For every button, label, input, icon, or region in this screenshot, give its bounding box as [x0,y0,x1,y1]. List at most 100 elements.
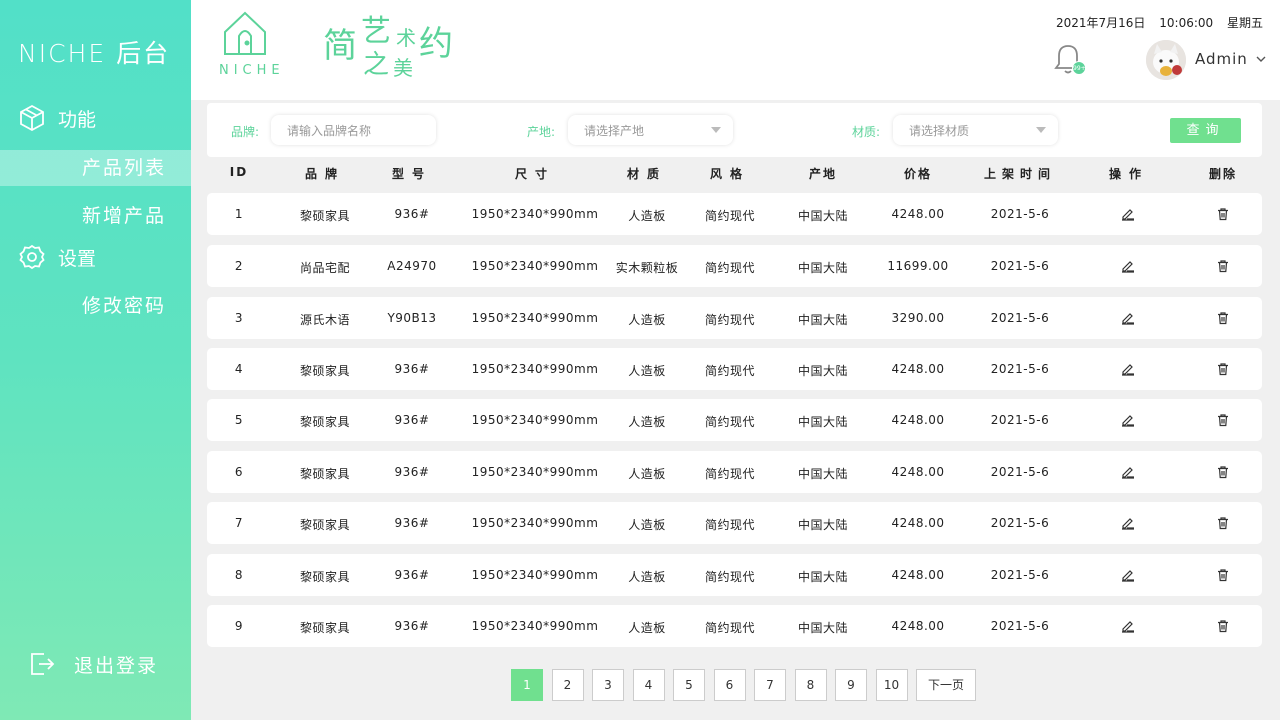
page-button[interactable]: 2 [551,669,584,701]
page-button[interactable]: 9 [835,669,867,701]
material-select[interactable]: 请选择材质 [893,115,1058,145]
trash-icon[interactable] [1216,259,1230,273]
page-button[interactable]: 7 [754,669,786,701]
cell-model: 936# [394,619,430,633]
table-row: 3 源氏木语 Y90B13 1950*2340*990mm 人造板 简约现代 中国大陆 329… [207,297,1262,339]
edit-icon[interactable] [1121,465,1135,479]
search-button[interactable]: 查询 [1170,118,1241,143]
cell-id: 7 [234,516,244,530]
cell-id: 9 [234,619,244,633]
trash-icon[interactable] [1216,362,1230,376]
header-price: 价格 [903,167,932,181]
cell-date: 2021-5-6 [990,259,1050,273]
avatar[interactable] [1146,40,1186,80]
trash-icon[interactable] [1216,207,1230,221]
cell-size: 1950*2340*990mm [471,516,599,530]
sidebar-item-add-product[interactable]: 新增产品 [0,198,191,234]
trash-icon[interactable] [1216,413,1230,427]
table-row: 5 黎硕家具 936# 1950*2340*990mm 人造板 简约现代 中国大陆 4248.… [207,399,1262,441]
edit-icon[interactable] [1121,413,1135,427]
cell-id: 2 [234,259,244,273]
cell-material: 人造板 [628,209,666,223]
origin-select[interactable]: 请选择产地 [568,115,733,145]
table-row: 1 黎硕家具 936# 1950*2340*990mm 人造板 简约现代 中国大陆 4248.… [207,193,1262,235]
slogan-char: 美 [393,56,413,80]
cell-brand: 黎硕家具 [299,621,350,635]
brand-search-input[interactable]: 请输入品牌名称 [271,115,436,145]
cell-price: 4248.00 [891,465,945,479]
cell-style: 简约现代 [704,467,755,481]
header-id: ID [229,165,249,179]
table-row: 8 黎硕家具 936# 1950*2340*990mm 人造板 简约现代 中国大陆 4248.… [207,554,1262,596]
cell-model: 936# [394,413,430,427]
edit-icon[interactable] [1121,619,1135,633]
trash-icon[interactable] [1216,568,1230,582]
time-text: 10:06:00 [1159,16,1214,30]
edit-icon[interactable] [1121,516,1135,530]
trash-icon[interactable] [1216,465,1230,479]
logout-button[interactable]: 退出登录 [28,650,158,678]
table-row: 4 黎硕家具 936# 1950*2340*990mm 人造板 简约现代 中国大陆 4248.… [207,348,1262,390]
sidebar-item-change-password[interactable]: 修改密码 [0,288,191,324]
header-brand: 品牌 [304,167,345,181]
cell-id: 4 [234,362,244,376]
header-origin: 产地 [808,167,837,181]
next-page-button[interactable]: 下一页 [916,669,976,701]
cell-price: 4248.00 [891,207,945,221]
page-button[interactable]: 1 [511,669,543,701]
cell-size: 1950*2340*990mm [471,465,599,479]
page-button[interactable]: 10 [875,669,908,701]
cell-origin: 中国大陆 [797,570,848,584]
cell-material: 人造板 [628,364,666,378]
page-button[interactable]: 3 [592,669,624,701]
cell-origin: 中国大陆 [797,261,848,275]
sidebar-section-features: 功能 [18,104,96,132]
page-button[interactable]: 4 [632,669,665,701]
cell-style: 简约现代 [704,364,755,378]
cell-brand: 尚品宅配 [299,261,350,275]
cell-date: 2021-5-6 [990,413,1050,427]
trash-icon[interactable] [1216,516,1230,530]
page-button[interactable]: 8 [794,669,827,701]
cell-style: 简约现代 [704,209,755,223]
user-menu[interactable]: Admin [1195,50,1266,68]
sidebar-section-label: 设置 [58,247,97,270]
cell-brand: 黎硕家具 [299,415,350,429]
material-placeholder: 请选择材质 [909,123,970,138]
sidebar-item-product-list[interactable]: 产品列表 [0,150,191,186]
header: NICHE 简 艺 术 约 之 美 2021年7月16日 10:06:00 星期… [191,0,1280,100]
trash-icon[interactable] [1216,311,1230,325]
pagination: 1 2 3 4 5 6 7 8 9 10 下一页 [511,669,985,701]
sidebar-section-label: 功能 [58,108,97,131]
table-row: 9 黎硕家具 936# 1950*2340*990mm 人造板 简约现代 中国大陆 4248.… [207,605,1262,647]
cell-size: 1950*2340*990mm [471,207,599,221]
caret-down-icon [711,127,721,133]
page-button[interactable]: 5 [673,669,705,701]
edit-icon[interactable] [1121,311,1135,325]
table-header: ID 品牌 型号 尺寸 材质 风格 产地 价格 上架时间 操作 删除 [207,165,1262,187]
edit-icon[interactable] [1121,259,1135,273]
brand-label: 品牌: [231,125,260,139]
date-text: 2021年7月16日 [1055,16,1146,30]
cell-price: 4248.00 [891,568,945,582]
edit-icon[interactable] [1121,207,1135,221]
cell-material: 实木颗粒板 [615,261,679,275]
cell-size: 1950*2340*990mm [471,568,599,582]
cell-date: 2021-5-6 [990,465,1050,479]
avatar-image [1146,40,1186,80]
edit-icon[interactable] [1121,362,1135,376]
cell-material: 人造板 [628,467,666,481]
edit-icon[interactable] [1121,568,1135,582]
house-logo-icon [224,11,266,55]
cell-date: 2021-5-6 [990,207,1050,221]
trash-icon[interactable] [1216,619,1230,633]
cell-model: 936# [394,516,430,530]
sidebar-title: NICHE 后台 [18,39,171,68]
cell-model: Y90B13 [387,311,437,325]
cube-icon [20,104,44,132]
user-name: Admin [1195,50,1248,68]
cell-material: 人造板 [628,313,666,327]
datetime: 2021年7月16日 10:06:00 星期五 [1046,14,1263,31]
page-button[interactable]: 6 [713,669,746,701]
cell-id: 5 [234,413,244,427]
